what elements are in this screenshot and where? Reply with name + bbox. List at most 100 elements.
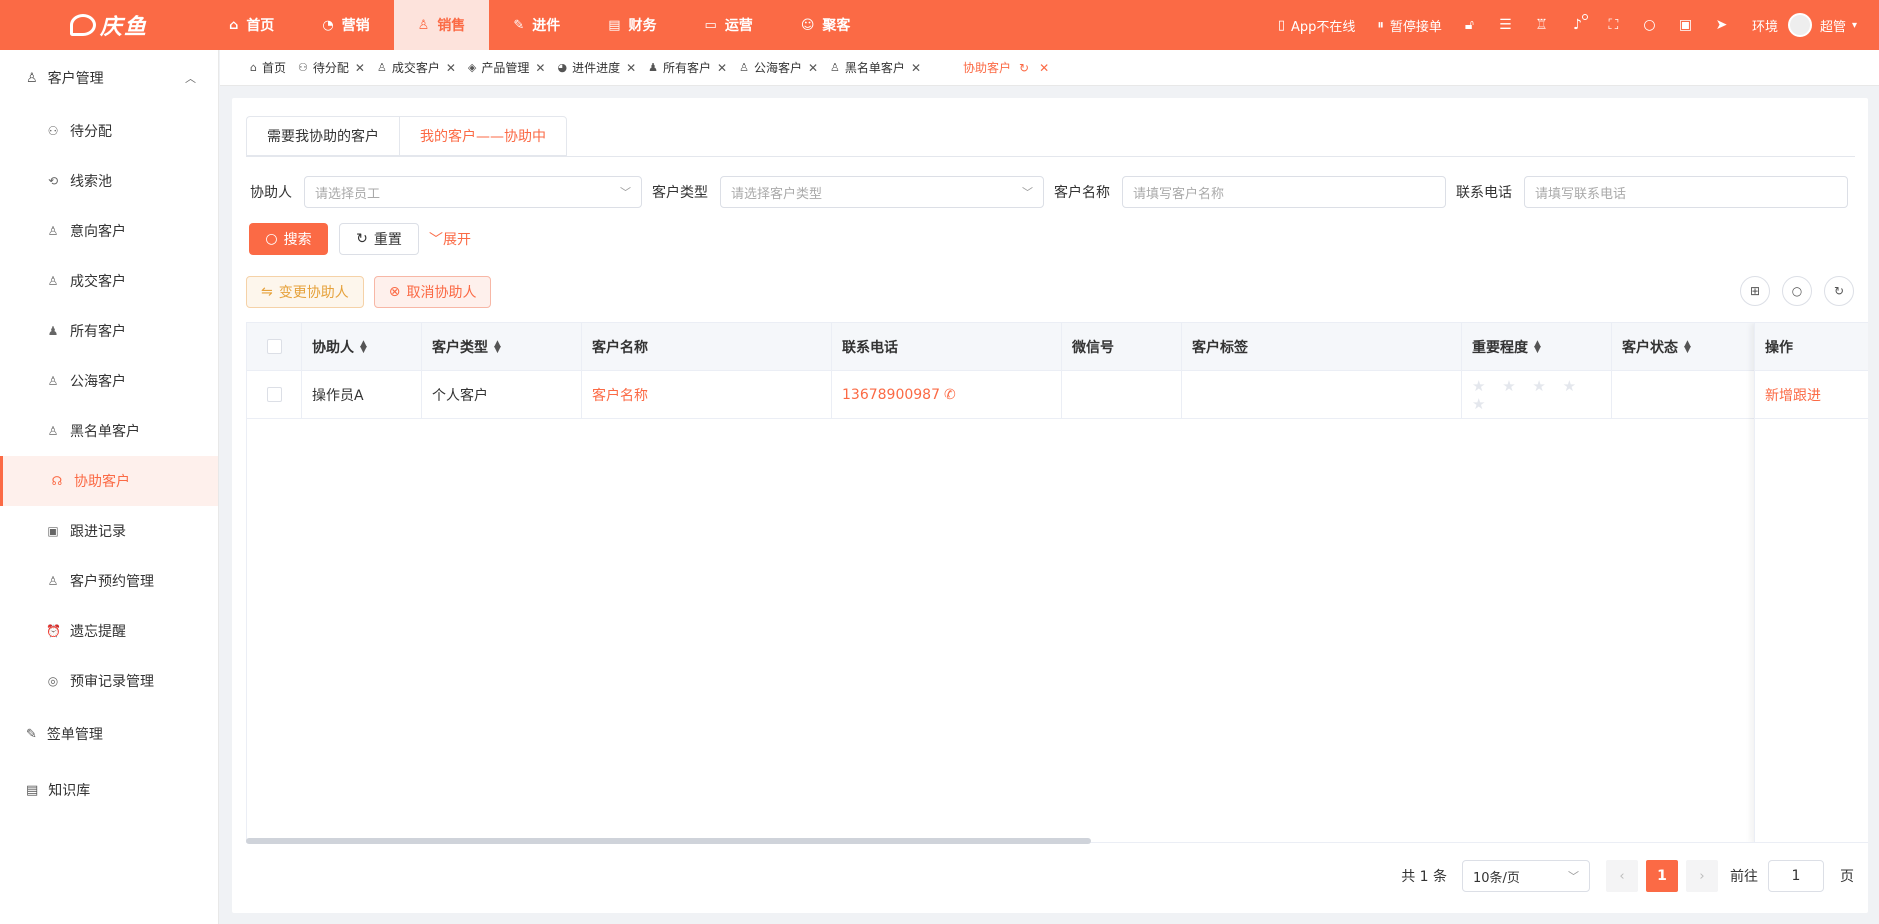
topnav-home[interactable]: ⌂ 首页 bbox=[205, 0, 298, 50]
col-type[interactable]: 客户类型 ▲ ▼ bbox=[422, 323, 582, 371]
chevron-down-icon[interactable]: ▾ bbox=[1852, 20, 1857, 31]
sidebar-item-leads[interactable]: ⟲ 线索池 bbox=[0, 156, 218, 206]
sidebar-item-pending[interactable]: ⚇ 待分配 bbox=[0, 106, 218, 156]
top-bar: 庆鱼 ⌂ 首页 ◔ 营销 ♙ 销售 ✎ 进件 ▤ 财务 ▭ 运营 ☺ 聚客 ▯ App不在线 ⏸… bbox=[0, 0, 1879, 50]
close-icon[interactable]: ✕ bbox=[626, 61, 636, 75]
cell-importance[interactable]: ★ ★ ★ ★ ★ bbox=[1462, 370, 1612, 419]
type-label: 客户类型 bbox=[652, 185, 708, 201]
sidebar-item-deal[interactable]: ♙ 成交客户 bbox=[0, 256, 218, 306]
expand-link[interactable]: ﹀展开 bbox=[429, 229, 471, 249]
sidebar-item-blacklist[interactable]: ♙ 黑名单客户 bbox=[0, 406, 218, 456]
env-label[interactable]: 环境 bbox=[1752, 16, 1778, 35]
sort-icon[interactable]: ▲ ▼ bbox=[1534, 339, 1541, 354]
search-icon[interactable]: ○ bbox=[1782, 276, 1812, 306]
app-status[interactable]: ▯ App不在线 bbox=[1278, 16, 1356, 35]
col-status[interactable]: 客户状态 ▲ ▼ bbox=[1612, 323, 1762, 371]
pause-orders[interactable]: ⏸ 暂停接单 bbox=[1377, 16, 1442, 35]
sidebar-item-all[interactable]: ♟ 所有客户 bbox=[0, 306, 218, 356]
topnav-intake[interactable]: ✎ 进件 bbox=[489, 0, 584, 50]
tab-home[interactable]: ⌂ 首页 bbox=[250, 59, 286, 76]
theme-shirt-icon[interactable]: ♖ bbox=[1533, 17, 1550, 33]
refresh-icon[interactable]: ↻ bbox=[1824, 276, 1854, 306]
brand-logo[interactable]: 庆鱼 bbox=[0, 0, 205, 50]
finance-icon: ▤ bbox=[608, 17, 621, 33]
avatar[interactable] bbox=[1787, 13, 1812, 37]
sidebar-group-customer[interactable]: ♙ 客户管理 ︿ bbox=[0, 50, 218, 106]
sort-icon[interactable]: ▲ ▼ bbox=[1684, 339, 1691, 354]
next-page-button[interactable]: › bbox=[1686, 860, 1718, 892]
topnav-gather[interactable]: ☺ 聚客 bbox=[777, 0, 875, 50]
sidebar-item-intent[interactable]: ♙ 意向客户 bbox=[0, 206, 218, 256]
sidebar-item-followup[interactable]: ▣ 跟进记录 bbox=[0, 506, 218, 556]
close-icon[interactable]: ✕ bbox=[808, 61, 818, 75]
goto-page-input[interactable]: 1 bbox=[1768, 860, 1824, 892]
cell-phone-link[interactable]: 13678900987 ✆ bbox=[832, 370, 1062, 419]
horizontal-scrollbar[interactable] bbox=[246, 838, 1091, 844]
sidebar-item-assist[interactable]: ☊ 协助客户 bbox=[0, 456, 218, 506]
customer-type-select[interactable]: 请选择客户类型 ﹀ bbox=[720, 176, 1044, 208]
row-checkbox[interactable] bbox=[266, 387, 282, 402]
font-size-icon[interactable]: ☰ bbox=[1497, 17, 1514, 33]
subtab-need-assist[interactable]: 需要我协助的客户 bbox=[246, 116, 399, 156]
home-icon: ⌂ bbox=[250, 61, 257, 74]
close-icon[interactable]: ✕ bbox=[446, 61, 456, 75]
tab-progress[interactable]: ◕ 进件进度 ✕ bbox=[557, 59, 636, 76]
add-followup-link[interactable]: 新增跟进 bbox=[1755, 371, 1868, 419]
topnav-operations[interactable]: ▭ 运营 bbox=[681, 0, 777, 50]
star-rating[interactable]: ★ ★ ★ ★ ★ bbox=[1472, 377, 1611, 413]
page-unit: 页 bbox=[1840, 869, 1854, 885]
sidebar-item-public[interactable]: ♙ 公海客户 bbox=[0, 356, 218, 406]
reset-button[interactable]: ↻ 重置 bbox=[339, 223, 419, 255]
sidebar-group-contract[interactable]: ✎ 签单管理 bbox=[0, 706, 218, 762]
phone-icon: ▯ bbox=[1277, 17, 1286, 33]
page-1-button[interactable]: 1 bbox=[1646, 860, 1678, 892]
tab-all[interactable]: ♟ 所有客户 ✕ bbox=[648, 59, 727, 76]
user-name[interactable]: 超管 bbox=[1820, 16, 1846, 35]
topnav-marketing[interactable]: ◔ 营销 bbox=[298, 0, 393, 50]
briefcase-icon[interactable]: ▣ bbox=[1677, 17, 1694, 33]
sidebar-group-knowledge[interactable]: ▤ 知识库 bbox=[0, 762, 218, 818]
lock-icon[interactable]: 🔓︎ bbox=[1461, 17, 1478, 33]
page-size-select[interactable]: 10条/页 ﹀ bbox=[1462, 860, 1590, 892]
cell-name-link[interactable]: 客户名称 bbox=[582, 370, 832, 419]
tab-blacklist[interactable]: ♙ 黑名单客户 ✕ bbox=[830, 59, 921, 76]
subtab-my-assisting[interactable]: 我的客户——协助中 bbox=[399, 116, 567, 156]
close-icon[interactable]: ✕ bbox=[535, 61, 545, 75]
sort-icon[interactable]: ▲ ▼ bbox=[360, 339, 367, 354]
columns-icon[interactable]: ⊞ bbox=[1740, 276, 1770, 306]
close-icon[interactable]: ✕ bbox=[717, 61, 727, 75]
close-icon[interactable]: ✕ bbox=[355, 61, 365, 75]
refresh-icon[interactable]: ↻ bbox=[1019, 61, 1029, 75]
sidebar-item-prereview[interactable]: ◎ 预审记录管理 bbox=[0, 656, 218, 706]
change-assistant-button[interactable]: ⇋ 变更协助人 bbox=[246, 276, 364, 308]
send-icon[interactable]: ➤ bbox=[1713, 17, 1730, 33]
close-icon[interactable]: ✕ bbox=[911, 61, 921, 75]
bell-icon[interactable]: ♪ bbox=[1569, 14, 1588, 33]
tab-assist[interactable]: 协助客户 ↻ ✕ bbox=[963, 59, 1049, 76]
phone-input[interactable]: 请填写联系电话 bbox=[1524, 176, 1848, 208]
select-all-checkbox[interactable] bbox=[266, 339, 282, 354]
close-icon[interactable]: ✕ bbox=[1039, 61, 1049, 75]
col-wechat: 微信号 bbox=[1062, 323, 1182, 371]
col-assistant[interactable]: 协助人 ▲ ▼ bbox=[302, 323, 422, 371]
cancel-assistant-button[interactable]: ⊗ 取消协助人 bbox=[373, 276, 492, 308]
layers-icon: ◈ bbox=[467, 61, 477, 74]
tab-public[interactable]: ♙ 公海客户 ✕ bbox=[739, 59, 818, 76]
sidebar-item-appointment[interactable]: ♙ 客户预约管理 bbox=[0, 556, 218, 606]
tab-product[interactable]: ◈ 产品管理 ✕ bbox=[468, 59, 546, 76]
total-count: 共 1 条 bbox=[1401, 869, 1447, 885]
users-icon: ♟ bbox=[47, 324, 59, 338]
tab-pending[interactable]: ⚇ 待分配 ✕ bbox=[298, 59, 365, 76]
topnav-sales[interactable]: ♙ 销售 bbox=[393, 0, 490, 50]
customer-name-input[interactable]: 请填写客户名称 bbox=[1122, 176, 1446, 208]
col-importance[interactable]: 重要程度 ▲ ▼ bbox=[1462, 323, 1612, 371]
sort-icon[interactable]: ▲ ▼ bbox=[494, 339, 501, 354]
assistant-select[interactable]: 请选择员工 ﹀ bbox=[304, 176, 642, 208]
sidebar-item-reminder[interactable]: ⏰ 遗忘提醒 bbox=[0, 606, 218, 656]
fullscreen-icon[interactable]: ⛶ bbox=[1605, 17, 1622, 33]
topnav-finance[interactable]: ▤ 财务 bbox=[584, 0, 680, 50]
search-button[interactable]: ○ 搜索 bbox=[249, 223, 328, 255]
prev-page-button[interactable]: ‹ bbox=[1606, 860, 1638, 892]
tab-deal[interactable]: ♙ 成交客户 ✕ bbox=[377, 59, 456, 76]
search-icon[interactable]: ○ bbox=[1641, 17, 1658, 33]
